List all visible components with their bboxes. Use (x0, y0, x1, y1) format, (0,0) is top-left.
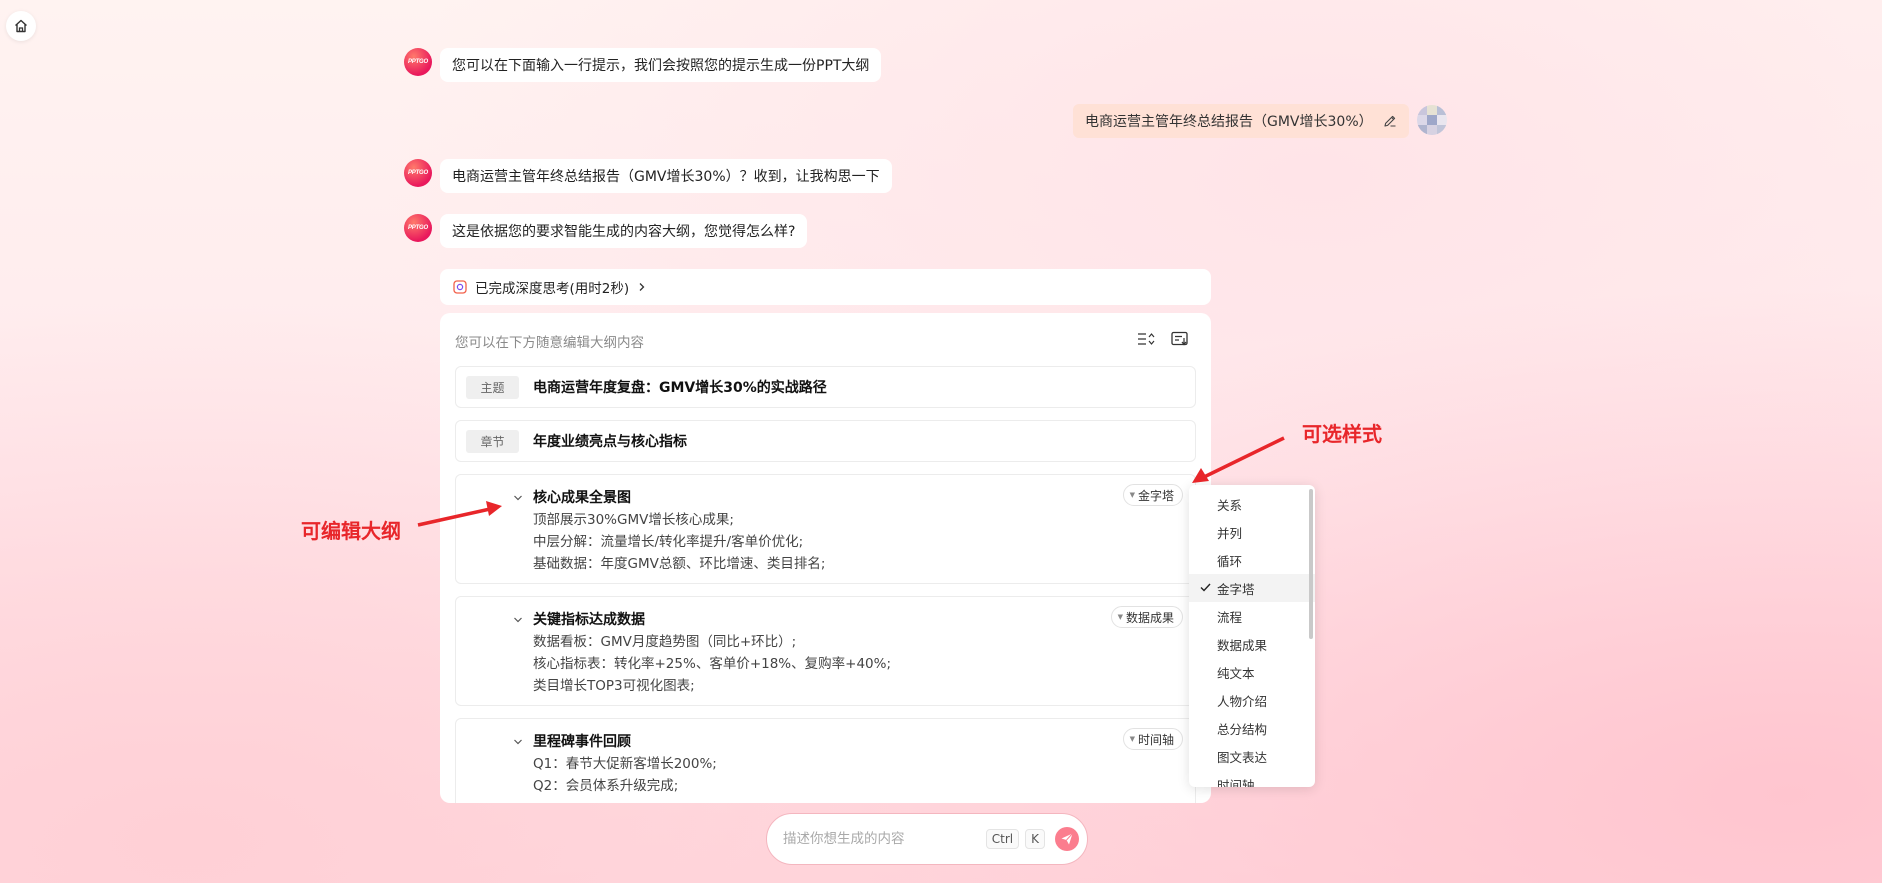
bot-message: 您可以在下面输入一行提示，我们会按照您的提示生成一份PPT大纲 (440, 48, 882, 82)
prompt-input-bar[interactable]: Ctrl K (766, 813, 1088, 865)
section-content[interactable]: 顶部展示30%GMV增长核心成果; 中层分解：流量增长/转化率提升/客单价优化;… (533, 509, 825, 575)
chevron-down-icon[interactable] (512, 736, 524, 748)
deep-thinking-toggle[interactable]: 已完成深度思考(用时2秒) (440, 269, 1211, 305)
section-line: 顶部展示30%GMV增长核心成果; (533, 512, 734, 528)
style-option[interactable]: 循环 (1189, 546, 1315, 574)
style-option[interactable]: 数据成果 (1189, 630, 1315, 658)
section-title[interactable]: 核心成果全景图 (533, 487, 631, 507)
section-line: Q2：会员体系升级完成; (533, 778, 679, 794)
send-icon (1061, 833, 1073, 845)
outline-section[interactable]: 里程碑事件回顾 Q1：春节大促新客增长200%; Q2：会员体系升级完成; ▼ … (455, 718, 1196, 803)
section-line: Q1：春节大促新客增长200%; (533, 756, 717, 772)
bot-message-text: 您可以在下面输入一行提示，我们会按照您的提示生成一份PPT大纲 (452, 58, 870, 74)
triangle-down-icon: ▼ (1129, 735, 1135, 743)
annotation-editable-label: 可编辑大纲 (301, 519, 401, 543)
section-content[interactable]: 数据看板：GMV月度趋势图（同比+环比）; 核心指标表：转化率+25%、客单价+… (533, 631, 891, 697)
style-option[interactable]: 人物介绍 (1189, 686, 1315, 714)
style-option[interactable]: 流程 (1189, 602, 1315, 630)
section-content[interactable]: Q1：春节大促新客增长200%; Q2：会员体系升级完成; (533, 753, 717, 797)
chevron-down-icon[interactable] (512, 492, 524, 504)
section-line: 基础数据：年度GMV总额、环比增速、类目排名; (533, 556, 826, 572)
edit-icon[interactable] (1383, 114, 1397, 128)
style-option[interactable]: 图文表达 (1189, 742, 1315, 770)
dropdown-scrollbar[interactable] (1309, 489, 1313, 639)
triangle-down-icon: ▼ (1117, 613, 1123, 621)
bot-avatar: PPTGO (404, 159, 432, 187)
shortcut-ctrl-key: Ctrl (985, 829, 1020, 849)
thinking-icon (453, 280, 467, 294)
annotation-styles-label: 可选样式 (1302, 422, 1382, 446)
outline-panel: 您可以在下方随意编辑大纲内容 主题 电商运营年度复盘：GMV增长30%的实战路径… (440, 313, 1211, 803)
section-line: 数据看板：GMV月度趋势图（同比+环比）; (533, 634, 797, 650)
outline-topic-row[interactable]: 主题 电商运营年度复盘：GMV增长30%的实战路径 (455, 366, 1196, 408)
bot-avatar: PPTGO (404, 214, 432, 242)
outline-section[interactable]: 关键指标达成数据 数据看板：GMV月度趋势图（同比+环比）; 核心指标表：转化率… (455, 596, 1196, 706)
topic-tag: 主题 (466, 375, 519, 399)
outline-export-button[interactable] (1168, 327, 1192, 351)
chapter-tag: 章节 (466, 429, 519, 453)
outline-chapter-row[interactable]: 章节 年度业绩亮点与核心指标 (455, 420, 1196, 462)
user-message: 电商运营主管年终总结报告（GMV增长30%） (1073, 104, 1409, 138)
document-arrow-icon (1171, 331, 1188, 346)
user-message-text: 电商运营主管年终总结报告（GMV增长30%） (1085, 114, 1373, 130)
style-option[interactable]: 纯文本 (1189, 658, 1315, 686)
section-title[interactable]: 里程碑事件回顾 (533, 731, 631, 751)
prompt-input[interactable] (783, 831, 986, 847)
check-icon (1200, 583, 1211, 592)
shortcut-k-key: K (1025, 829, 1045, 849)
style-select[interactable]: ▼ 金字塔 (1122, 484, 1183, 506)
chapter-title[interactable]: 年度业绩亮点与核心指标 (533, 431, 687, 451)
outline-hint: 您可以在下方随意编辑大纲内容 (455, 335, 644, 351)
style-select[interactable]: ▼ 数据成果 (1110, 606, 1183, 628)
user-avatar (1417, 105, 1447, 135)
thinking-label: 已完成深度思考(用时2秒) (475, 281, 630, 297)
style-option[interactable]: 总分结构 (1189, 714, 1315, 742)
style-option[interactable]: 关系 (1189, 490, 1315, 518)
style-option[interactable]: 并列 (1189, 518, 1315, 546)
collapse-list-icon (1138, 333, 1155, 345)
section-line: 中层分解：流量增长/转化率提升/客单价优化; (533, 534, 804, 550)
collapse-all-button[interactable] (1134, 327, 1158, 351)
home-button[interactable] (6, 11, 36, 41)
style-dropdown-menu[interactable]: 关系 并列 循环 金字塔 流程 数据成果 纯文本 人物介绍 总分结构 图文表达 … (1189, 485, 1315, 787)
send-button[interactable] (1055, 827, 1079, 851)
triangle-down-icon: ▼ (1129, 491, 1135, 499)
bot-message-text: 这是依据您的要求智能生成的内容大纲，您觉得怎么样? (452, 224, 796, 240)
annotation-arrow-icon (417, 501, 502, 527)
section-line: 核心指标表：转化率+25%、客单价+18%、复购率+40%; (533, 656, 891, 672)
section-line: 类目增长TOP3可视化图表; (533, 678, 695, 694)
style-select-value: 时间轴 (1137, 732, 1174, 747)
section-title[interactable]: 关键指标达成数据 (533, 609, 645, 629)
bot-message-text: 电商运营主管年终总结报告（GMV增长30%）？收到，让我构思一下 (452, 169, 880, 185)
chevron-down-icon[interactable] (512, 614, 524, 626)
style-select[interactable]: ▼ 时间轴 (1122, 728, 1183, 750)
topic-title[interactable]: 电商运营年度复盘：GMV增长30%的实战路径 (533, 377, 827, 397)
style-select-value: 数据成果 (1125, 610, 1174, 625)
bot-message: 这是依据您的要求智能生成的内容大纲，您觉得怎么样? (440, 214, 808, 248)
home-icon (15, 19, 27, 33)
bot-avatar: PPTGO (404, 48, 432, 76)
style-select-value: 金字塔 (1137, 488, 1174, 503)
style-option[interactable]: 时间轴 (1189, 770, 1315, 788)
annotation-arrow-icon (1192, 436, 1285, 483)
bot-message: 电商运营主管年终总结报告（GMV增长30%）？收到，让我构思一下 (440, 159, 892, 193)
outline-section[interactable]: 核心成果全景图 顶部展示30%GMV增长核心成果; 中层分解：流量增长/转化率提… (455, 474, 1196, 584)
style-option-selected[interactable]: 金字塔 (1189, 574, 1315, 602)
chevron-right-icon (639, 283, 645, 291)
